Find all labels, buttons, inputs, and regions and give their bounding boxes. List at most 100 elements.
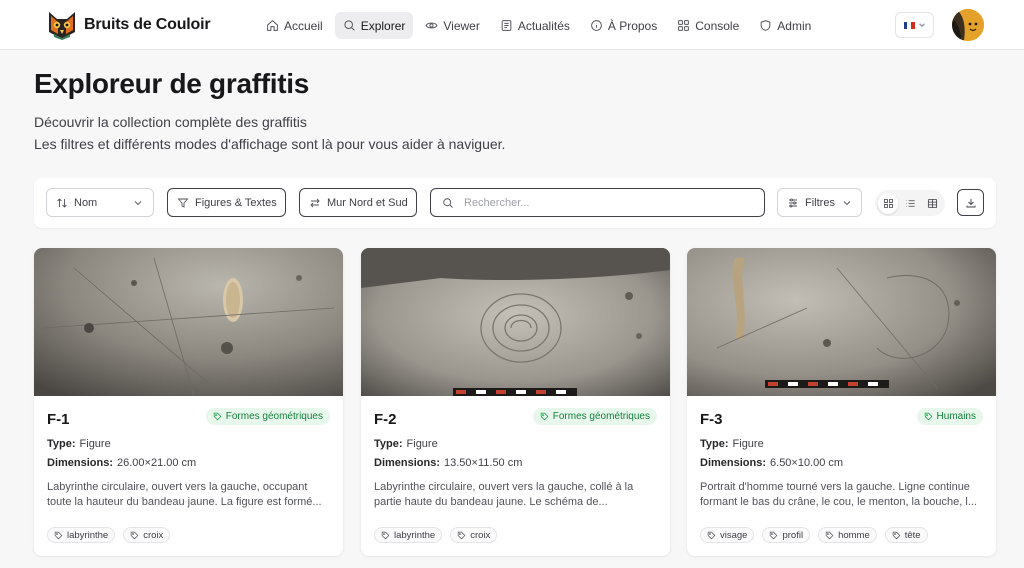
card-title: F-1 (47, 411, 70, 428)
brand-name: Bruits de Couloir (84, 16, 211, 33)
page-subtitle: Découvrir la collection complète des gra… (34, 111, 505, 155)
newspaper-icon (501, 20, 512, 31)
shield-icon (760, 20, 771, 31)
sort-label: Nom (74, 196, 98, 209)
filter-toolbar: Nom Figures & Textes Mur Nord et Sud Rec… (34, 178, 996, 228)
graffiti-card[interactable]: F-3 Humains Type: Figure Dimensions: 6.50×… (687, 248, 996, 556)
tag-chip[interactable]: croix (123, 527, 171, 543)
dimensions-label: Dimensions: (47, 457, 114, 469)
search-icon (344, 20, 355, 31)
table-icon (927, 198, 937, 208)
tag-icon (540, 412, 549, 421)
category-badge[interactable]: Humains (916, 408, 983, 425)
nav-item-viewer[interactable]: Viewer (417, 12, 487, 39)
page-title: Exploreur de graffitis (34, 68, 310, 99)
tag-label: visage (720, 529, 748, 541)
category-badge[interactable]: Formes géométriques (532, 408, 657, 425)
tag-label: labyrinthe (394, 529, 436, 541)
sliders-icon (789, 198, 797, 207)
tag-chip[interactable]: croix (450, 527, 498, 543)
category-label: Humains (936, 411, 976, 422)
chevron-down-icon (134, 200, 142, 205)
tag-chip[interactable]: profil (762, 527, 811, 543)
eye-icon (425, 22, 438, 29)
tag-label: tête (904, 529, 921, 541)
graffiti-photo (687, 248, 996, 396)
graffiti-card[interactable]: F-1 Formes géométriques Type: Figure Dime… (34, 248, 343, 556)
tag-chip[interactable]: labyrinthe (374, 527, 443, 543)
nav-item-label: Admin (777, 18, 812, 33)
funnel-icon (177, 198, 189, 208)
language-selector[interactable] (895, 12, 934, 38)
search-icon (443, 197, 453, 208)
card-title: F-2 (374, 411, 397, 428)
nav-item-label: Accueil (284, 18, 323, 33)
nav-item-console[interactable]: Console (669, 12, 747, 39)
graffiti-photo (361, 248, 670, 396)
type-label: Type: (700, 438, 729, 450)
subtitle-line: Découvrir la collection complète des gra… (34, 114, 307, 130)
dimensions-value: 13.50×11.50 cm (444, 457, 523, 469)
tag-chip[interactable]: visage (700, 527, 755, 543)
tag-label: profil (782, 529, 804, 541)
filters-button[interactable]: Filtres (777, 188, 862, 217)
tag-icon (825, 531, 834, 539)
tag-chip[interactable]: labyrinthe (47, 527, 116, 543)
search-input[interactable]: Rechercher... (430, 188, 765, 217)
type-filter-label: Figures & Textes (195, 196, 277, 209)
download-button[interactable] (957, 189, 984, 216)
user-avatar[interactable] (952, 9, 984, 41)
type-label: Type: (47, 438, 76, 450)
download-icon (966, 198, 975, 207)
top-navigation-bar: Bruits de Couloir Accueil Explorer Viewe… (0, 0, 1024, 50)
type-value: Figure (79, 438, 111, 450)
tag-list: labyrinthe croix (47, 527, 171, 543)
nav-item-admin[interactable]: Admin (751, 12, 819, 39)
tag-chip[interactable]: tête (884, 527, 928, 543)
tag-icon (457, 531, 466, 539)
category-label: Formes géométriques (225, 411, 323, 422)
search-placeholder: Rechercher... (464, 196, 530, 209)
home-icon (267, 19, 278, 31)
table-view-button[interactable] (922, 193, 942, 214)
info-icon (591, 20, 602, 31)
type-value: Figure (406, 438, 438, 450)
grid-view-button[interactable] (878, 192, 898, 214)
sort-arrows-icon (57, 197, 67, 208)
wall-filter-label: Mur Nord et Sud (327, 196, 408, 209)
tag-chip[interactable]: homme (818, 527, 877, 543)
dimensions-value: 6.50×10.00 cm (770, 457, 844, 469)
tag-list: visage profil homme tête (700, 527, 928, 543)
graffiti-photo (34, 248, 343, 396)
list-view-button[interactable] (900, 193, 920, 214)
swap-arrows-icon (310, 198, 320, 207)
category-label: Formes géométriques (552, 411, 650, 422)
nav-item-actualites[interactable]: Actualités (492, 12, 578, 39)
nav-item-accueil[interactable]: Accueil (258, 12, 331, 39)
main-nav: Accueil Explorer Viewer Actualités À Pro… (258, 12, 819, 39)
dimensions-value: 26.00×21.00 cm (117, 457, 197, 469)
card-description: Portrait d'homme tourné vers la gauche. … (700, 481, 977, 508)
french-flag-icon (903, 21, 915, 29)
card-description: Labyrinthe circulaire, ouvert vers la ga… (47, 481, 322, 508)
graffiti-card[interactable]: F-2 Formes géométriques Type: Figure Dime… (361, 248, 670, 556)
type-filter-button[interactable]: Figures & Textes (167, 188, 286, 217)
tag-list: labyrinthe croix (374, 527, 498, 543)
card-dimensions: Dimensions: 13.50×11.50 cm (374, 457, 522, 469)
nav-item-label: Viewer (443, 18, 480, 33)
sort-select[interactable]: Nom (46, 188, 154, 217)
grid-icon (883, 198, 893, 208)
tag-icon (381, 531, 390, 539)
card-title: F-3 (700, 411, 723, 428)
nav-item-explorer[interactable]: Explorer (334, 12, 414, 39)
tag-icon (54, 531, 63, 539)
tag-label: croix (470, 529, 491, 541)
brand[interactable]: Bruits de Couloir (48, 10, 211, 40)
card-type: Type: Figure (47, 438, 111, 450)
wall-filter-button[interactable]: Mur Nord et Sud (299, 188, 417, 217)
category-badge[interactable]: Formes géométriques (205, 408, 330, 425)
card-dimensions: Dimensions: 26.00×21.00 cm (47, 457, 196, 469)
dashboard-icon (678, 20, 690, 31)
chevron-down-icon (918, 23, 925, 28)
nav-item-a-propos[interactable]: À Propos (582, 12, 665, 39)
